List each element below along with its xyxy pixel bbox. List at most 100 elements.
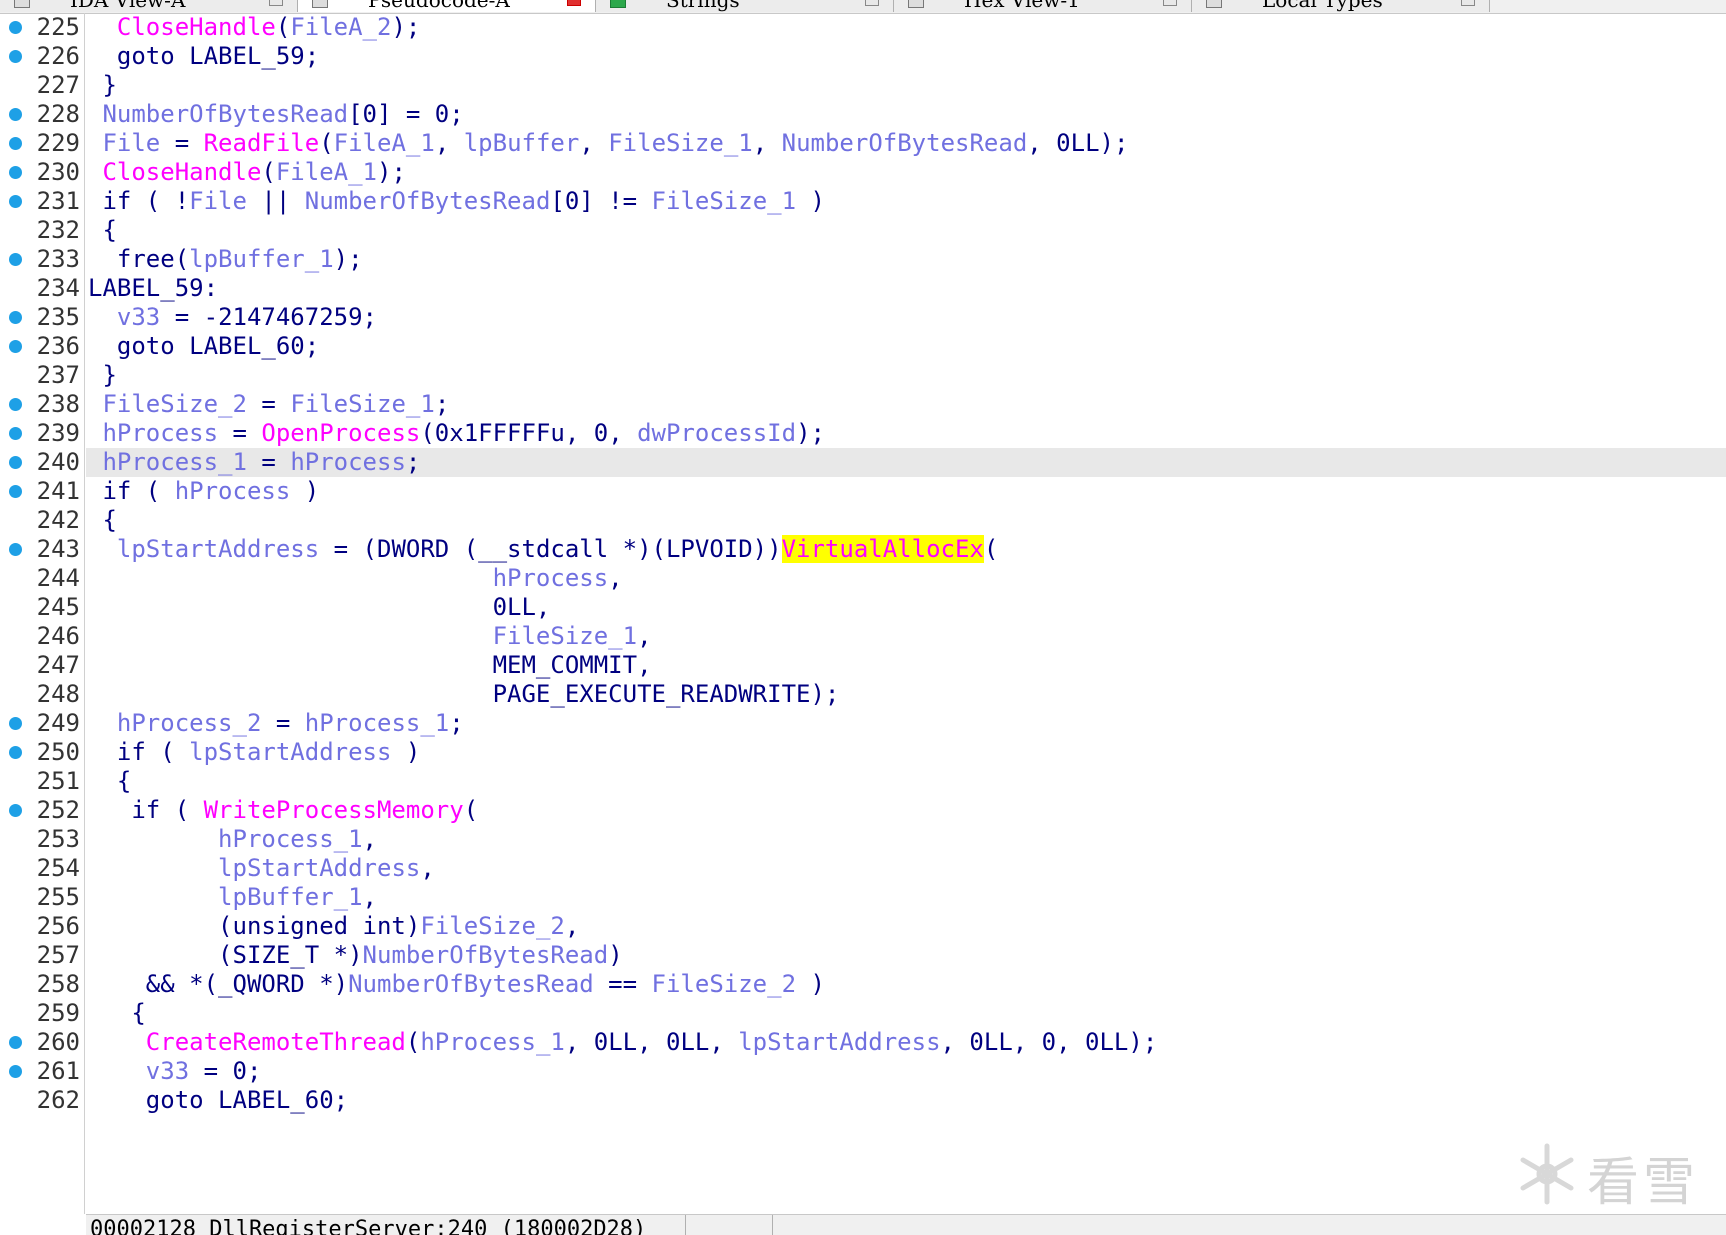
tab-ida-view-a[interactable]: IDA View-A	[0, 0, 298, 12]
code-line[interactable]: 230 CloseHandle(FileA_1);	[0, 158, 1726, 187]
code-text[interactable]: hProcess_1,	[86, 825, 1726, 854]
code-line[interactable]: 259 {	[0, 999, 1726, 1028]
code-line[interactable]: 250 if ( lpStartAddress )	[0, 738, 1726, 767]
breakpoint-dot-icon[interactable]	[9, 717, 22, 730]
code-text[interactable]: if ( WriteProcessMemory(	[86, 796, 1726, 825]
breakpoint-dot-icon[interactable]	[9, 1065, 22, 1078]
close-icon[interactable]	[865, 0, 879, 6]
code-line[interactable]: 249 hProcess_2 = hProcess_1;	[0, 709, 1726, 738]
breakpoint-dot-icon[interactable]	[9, 108, 22, 121]
code-line[interactable]: 260 CreateRemoteThread(hProcess_1, 0LL, …	[0, 1028, 1726, 1057]
code-line[interactable]: 239 hProcess = OpenProcess(0x1FFFFFu, 0,…	[0, 419, 1726, 448]
breakpoint-dot-icon[interactable]	[9, 137, 22, 150]
code-text[interactable]: v33 = -2147467259;	[86, 303, 1726, 332]
code-line[interactable]: 258 && *(_QWORD *)NumberOfBytesRead == F…	[0, 970, 1726, 999]
code-text[interactable]: hProcess,	[86, 564, 1726, 593]
code-text[interactable]: MEM_COMMIT,	[86, 651, 1726, 680]
code-line[interactable]: 251 {	[0, 767, 1726, 796]
code-text[interactable]: FileSize_2 = FileSize_1;	[86, 390, 1726, 419]
code-line[interactable]: 246 FileSize_1,	[0, 622, 1726, 651]
code-line[interactable]: 241 if ( hProcess )	[0, 477, 1726, 506]
code-line[interactable]: 237 }	[0, 361, 1726, 390]
code-text[interactable]: NumberOfBytesRead[0] = 0;	[86, 100, 1726, 129]
code-line[interactable]: 247 MEM_COMMIT,	[0, 651, 1726, 680]
breakpoint-dot-icon[interactable]	[9, 340, 22, 353]
code-line[interactable]: 227 }	[0, 71, 1726, 100]
code-text[interactable]: if ( !File || NumberOfBytesRead[0] != Fi…	[86, 187, 1726, 216]
code-text[interactable]: && *(_QWORD *)NumberOfBytesRead == FileS…	[86, 970, 1726, 999]
close-icon[interactable]	[1163, 0, 1177, 6]
code-line[interactable]: 229 File = ReadFile(FileA_1, lpBuffer, F…	[0, 129, 1726, 158]
code-line[interactable]: 242 {	[0, 506, 1726, 535]
code-text[interactable]: PAGE_EXECUTE_READWRITE);	[86, 680, 1726, 709]
code-line[interactable]: 240 hProcess_1 = hProcess;	[0, 448, 1726, 477]
breakpoint-dot-icon[interactable]	[9, 804, 22, 817]
breakpoint-dot-icon[interactable]	[9, 21, 22, 34]
code-line[interactable]: 255 lpBuffer_1,	[0, 883, 1726, 912]
breakpoint-dot-icon[interactable]	[9, 1036, 22, 1049]
code-line[interactable]: 226 goto LABEL_59;	[0, 42, 1726, 71]
code-line[interactable]: 238 FileSize_2 = FileSize_1;	[0, 390, 1726, 419]
code-line[interactable]: 262 goto LABEL_60;	[0, 1086, 1726, 1115]
code-text[interactable]: v33 = 0;	[86, 1057, 1726, 1086]
breakpoint-dot-icon[interactable]	[9, 195, 22, 208]
code-line[interactable]: 244 hProcess,	[0, 564, 1726, 593]
code-text[interactable]: {	[86, 506, 1726, 535]
code-line[interactable]: 248 PAGE_EXECUTE_READWRITE);	[0, 680, 1726, 709]
breakpoint-dot-icon[interactable]	[9, 398, 22, 411]
code-line[interactable]: 245 0LL,	[0, 593, 1726, 622]
code-line[interactable]: 252 if ( WriteProcessMemory(	[0, 796, 1726, 825]
breakpoint-dot-icon[interactable]	[9, 746, 22, 759]
code-text[interactable]: {	[86, 999, 1726, 1028]
tab-hex-view-1[interactable]: Hex View-1	[894, 0, 1192, 12]
code-line[interactable]: 254 lpStartAddress,	[0, 854, 1726, 883]
breakpoint-dot-icon[interactable]	[9, 485, 22, 498]
code-text[interactable]: CloseHandle(FileA_1);	[86, 158, 1726, 187]
code-text[interactable]: FileSize_1,	[86, 622, 1726, 651]
code-text[interactable]: lpBuffer_1,	[86, 883, 1726, 912]
code-line[interactable]: 235 v33 = -2147467259;	[0, 303, 1726, 332]
code-text[interactable]: hProcess = OpenProcess(0x1FFFFFu, 0, dwP…	[86, 419, 1726, 448]
code-text[interactable]: LABEL_59:	[86, 274, 1726, 303]
close-icon[interactable]	[1461, 0, 1475, 6]
code-line[interactable]: 228 NumberOfBytesRead[0] = 0;	[0, 100, 1726, 129]
close-icon[interactable]	[269, 0, 283, 6]
code-text[interactable]: lpStartAddress = (DWORD (__stdcall *)(LP…	[86, 535, 1726, 564]
tab-local-types[interactable]: Local Types	[1192, 0, 1490, 12]
breakpoint-dot-icon[interactable]	[9, 166, 22, 179]
breakpoint-dot-icon[interactable]	[9, 253, 22, 266]
code-text[interactable]: CreateRemoteThread(hProcess_1, 0LL, 0LL,…	[86, 1028, 1726, 1057]
code-text[interactable]: if ( hProcess )	[86, 477, 1726, 506]
code-text[interactable]: 0LL,	[86, 593, 1726, 622]
code-line[interactable]: 243 lpStartAddress = (DWORD (__stdcall *…	[0, 535, 1726, 564]
code-line[interactable]: 253 hProcess_1,	[0, 825, 1726, 854]
code-text[interactable]: (unsigned int)FileSize_2,	[86, 912, 1726, 941]
code-line[interactable]: 257 (SIZE_T *)NumberOfBytesRead)	[0, 941, 1726, 970]
code-text[interactable]: File = ReadFile(FileA_1, lpBuffer, FileS…	[86, 129, 1726, 158]
tab-strings[interactable]: Strings	[596, 0, 894, 12]
code-line[interactable]: 261 v33 = 0;	[0, 1057, 1726, 1086]
code-text[interactable]: goto LABEL_60;	[86, 332, 1726, 361]
breakpoint-dot-icon[interactable]	[9, 50, 22, 63]
code-text[interactable]: {	[86, 216, 1726, 245]
code-line[interactable]: 231 if ( !File || NumberOfBytesRead[0] !…	[0, 187, 1726, 216]
code-text[interactable]: }	[86, 71, 1726, 100]
code-text[interactable]: hProcess_2 = hProcess_1;	[86, 709, 1726, 738]
breakpoint-dot-icon[interactable]	[9, 456, 22, 469]
code-line[interactable]: 225 CloseHandle(FileA_2);	[0, 13, 1726, 42]
code-text[interactable]: lpStartAddress,	[86, 854, 1726, 883]
code-text[interactable]: free(lpBuffer_1);	[86, 245, 1726, 274]
code-line[interactable]: 233 free(lpBuffer_1);	[0, 245, 1726, 274]
breakpoint-dot-icon[interactable]	[9, 311, 22, 324]
breakpoint-dot-icon[interactable]	[9, 427, 22, 440]
close-icon[interactable]	[567, 0, 581, 6]
code-text[interactable]: {	[86, 767, 1726, 796]
code-text[interactable]: CloseHandle(FileA_2);	[86, 13, 1726, 42]
code-text[interactable]: }	[86, 361, 1726, 390]
breakpoint-dot-icon[interactable]	[9, 543, 22, 556]
code-text[interactable]: (SIZE_T *)NumberOfBytesRead)	[86, 941, 1726, 970]
pseudocode-editor[interactable]: 225 CloseHandle(FileA_2); 226 goto LABEL_…	[0, 13, 1726, 1214]
tab-pseudocode-a[interactable]: Pseudocode-A	[298, 0, 596, 12]
code-text[interactable]: if ( lpStartAddress )	[86, 738, 1726, 767]
code-line[interactable]: 234 LABEL_59:	[0, 274, 1726, 303]
